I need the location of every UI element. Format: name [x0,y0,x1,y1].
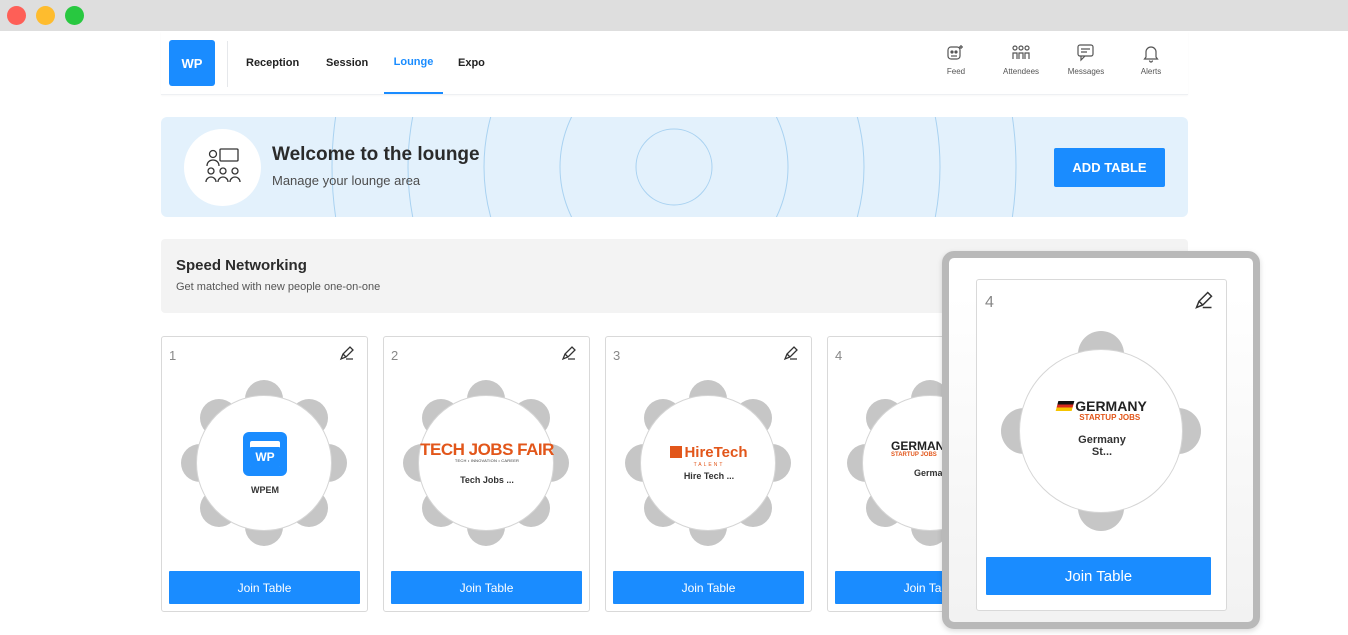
table-number: 1 [169,348,177,363]
attendees-label: Attendees [1002,67,1040,76]
meeting-people-icon [203,146,243,189]
bell-icon [1126,43,1176,63]
attendees-icon [996,43,1046,63]
table-name: WPEM [251,485,279,495]
table-number: 4 [835,348,843,363]
top-navigation: WP Reception Session Lounge Expo Feed At… [161,31,1188,95]
table-number: 3 [613,348,621,363]
edit-icon[interactable] [561,345,577,366]
wpem-logo: WP [197,432,333,476]
lounge-table-card-zoomed: 4 GERMANY STARTUP JOBS Germany St... Joi… [976,279,1227,611]
edit-icon[interactable] [1194,290,1214,315]
hiretech-logo: HireTech TALENT [641,444,777,468]
tab-expo[interactable]: Expo [458,31,485,94]
lounge-table-card: 3 HireTech TALENT Hire Tech ... Join Tab… [605,336,812,612]
lounge-table-card: 2 TECH JOBS FAIR TECH • INNOVATION • CAR… [383,336,590,612]
join-table-button[interactable]: Join Table [613,571,804,604]
messages-label: Messages [1067,67,1105,76]
page-title: Welcome to the lounge [272,144,480,165]
tab-reception[interactable]: Reception [246,31,299,94]
banner-decoration [331,117,1017,217]
lounge-avatar [184,129,261,206]
messages-icon [1061,43,1111,63]
alerts-nav-item[interactable]: Alerts [1126,43,1176,76]
alerts-label: Alerts [1140,67,1162,76]
close-window-button[interactable] [7,6,26,25]
section-subtitle: Get matched with new people one-on-one [176,281,381,293]
round-table[interactable]: TECH JOBS FAIR TECH • INNOVATION • CAREE… [418,395,554,531]
highlighted-table-zoom: 4 GERMANY STARTUP JOBS Germany St... Joi… [942,251,1260,629]
section-title: Speed Networking [176,257,307,274]
round-table[interactable]: WP WPEM [196,395,332,531]
tab-lounge[interactable]: Lounge [384,31,443,94]
round-table[interactable]: HireTech TALENT Hire Tech ... [640,395,776,531]
table-number: 4 [985,294,994,311]
join-table-button[interactable]: Join Table [391,571,582,604]
table-name-line2: St... [1091,446,1113,458]
edit-icon[interactable] [339,345,355,366]
logo-divider [227,41,228,87]
germany-startup-jobs-logo: GERMANY STARTUP JOBS [1020,399,1184,425]
table-name: Tech Jobs ... [460,475,514,485]
maximize-window-button[interactable] [65,6,84,25]
window-titlebar [0,0,1348,31]
feed-label: Feed [946,67,966,76]
feed-nav-item[interactable]: Feed [931,43,981,76]
messages-nav-item[interactable]: Messages [1061,43,1111,76]
join-table-button[interactable]: Join Table [986,557,1211,595]
add-table-button[interactable]: ADD TABLE [1054,148,1165,187]
join-table-button[interactable]: Join Table [169,571,360,604]
lounge-welcome-banner: Welcome to the lounge Manage your lounge… [161,117,1188,217]
page-subtitle: Manage your lounge area [272,173,421,188]
feed-icon [931,43,981,63]
attendees-nav-item[interactable]: Attendees [996,43,1046,76]
app-logo[interactable]: WP [169,40,215,86]
minimize-window-button[interactable] [36,6,55,25]
tech-jobs-fair-logo: TECH JOBS FAIR TECH • INNOVATION • CAREE… [420,440,554,463]
tab-session[interactable]: Session [326,31,368,94]
edit-icon[interactable] [783,345,799,366]
table-name-line1: Germany [1078,434,1126,446]
table-number: 2 [391,348,399,363]
round-table[interactable]: GERMANY STARTUP JOBS Germany St... [1019,349,1183,513]
lounge-table-card: 1 WP WPEM Join Table [161,336,368,612]
table-name: Hire Tech ... [683,471,735,481]
